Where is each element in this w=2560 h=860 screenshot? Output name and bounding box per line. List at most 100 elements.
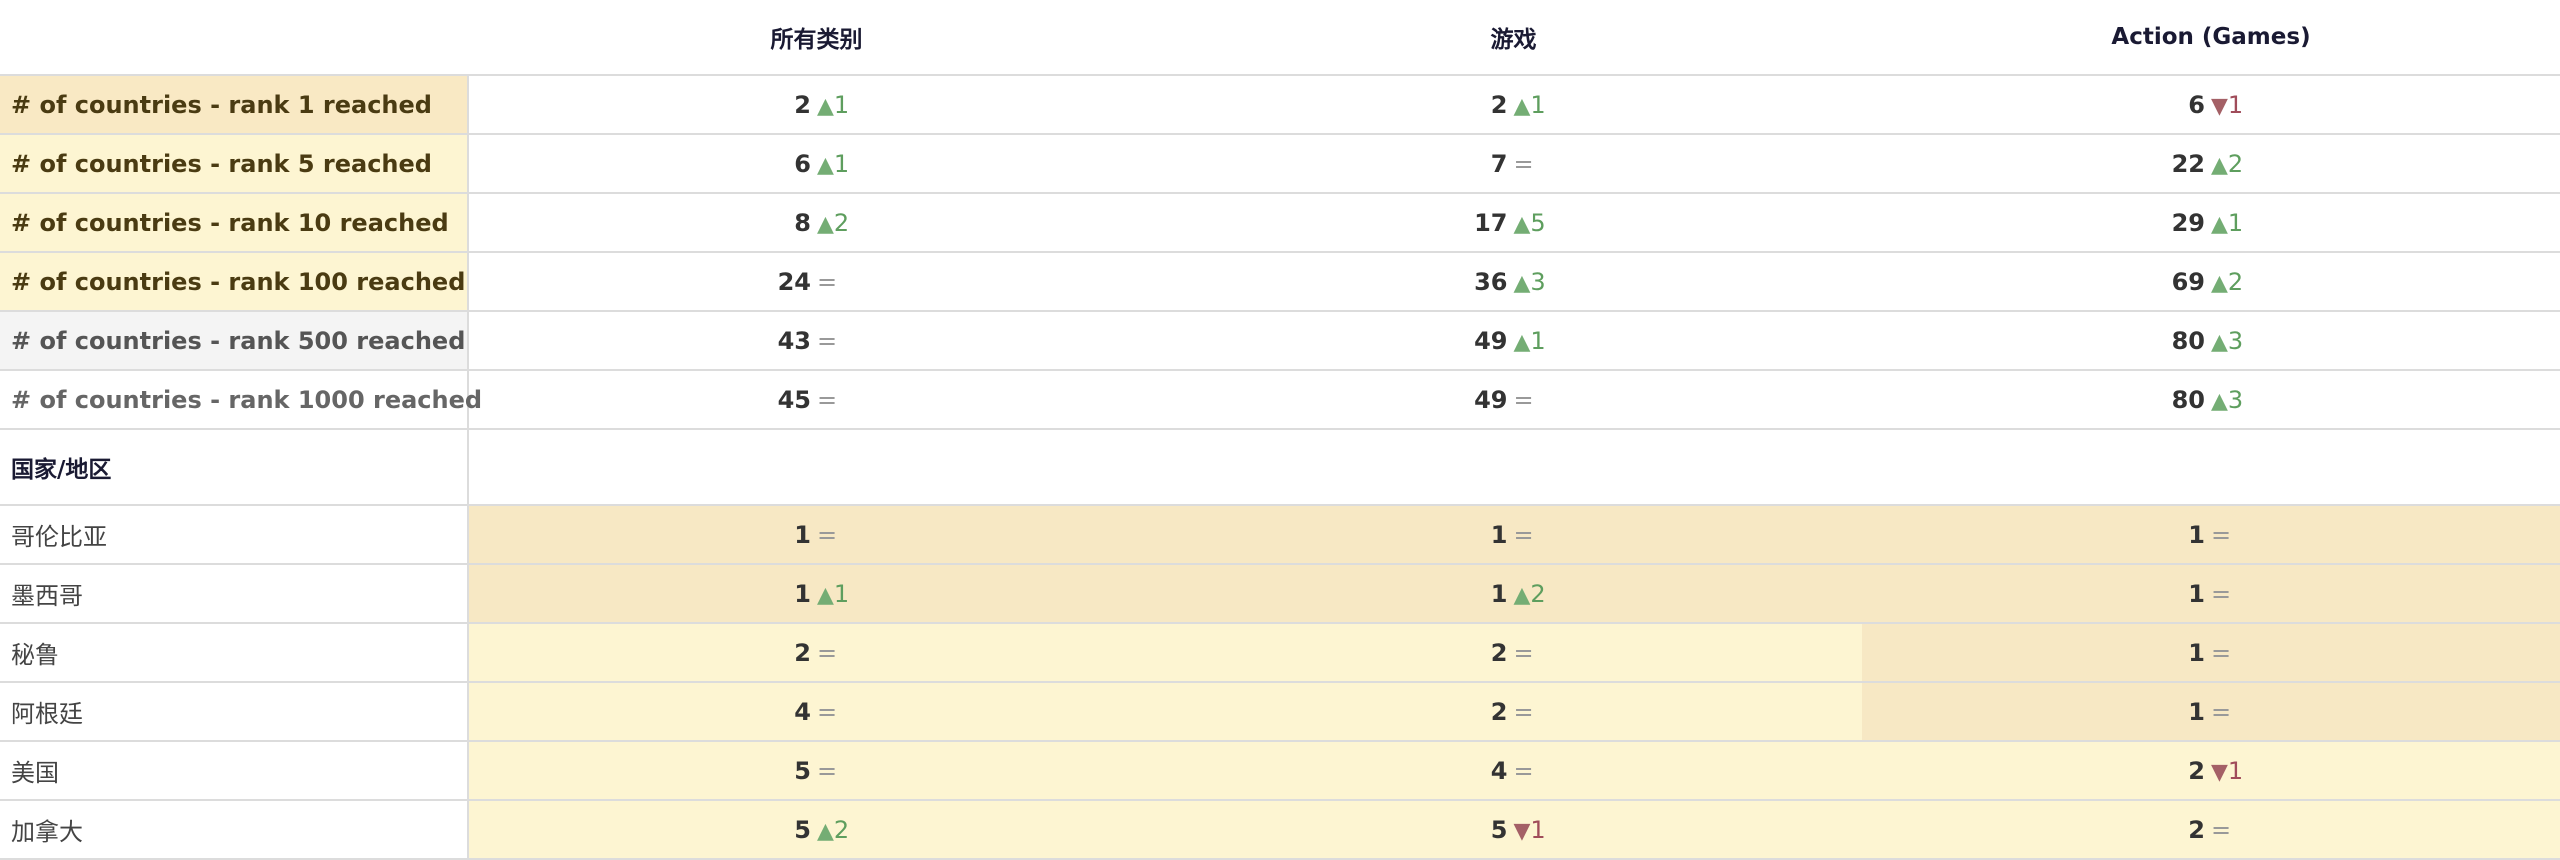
rank-value: 80 [2171,385,2205,414]
rank-cell: 4 = [468,682,1165,742]
rank-value-group: 80 ▲3 [2165,327,2257,355]
countries-header-row: 国家/地区 [0,429,2560,506]
metric-label[interactable]: # of countries - rank 1 reached [0,75,469,135]
rank-cell: 1 = [1862,505,2560,565]
rank-value: 2 [1490,638,1508,667]
rank-change: = [817,521,863,549]
country-label[interactable]: 秘鲁 [0,623,469,683]
rank-value-group: 2 = [1468,639,1560,667]
rank-change-value: = [817,756,838,785]
triangle-up-icon: ▲ [1513,270,1531,296]
rank-value-group: 1 ▲1 [771,580,863,608]
country-row: 加拿大 5 ▲2 5 ▼1 2 = [0,800,2560,860]
country-label[interactable]: 阿根廷 [0,682,469,742]
rank-value: 17 [1474,208,1508,237]
rank-cell: 5 ▲2 [468,800,1165,860]
rank-change: ▲2 [817,209,863,237]
rank-change: ▲2 [2211,150,2257,178]
rank-change-value: = [2211,815,2232,844]
rank-cell: 1 = [1862,623,2560,683]
country-label[interactable]: 美国 [0,741,469,801]
rank-cell: 6 ▲1 [468,134,1165,194]
rank-cell: 1 = [1165,505,1862,565]
metric-label[interactable]: # of countries - rank 5 reached [0,134,469,194]
rank-change: ▲1 [2211,209,2257,237]
rank-change-value: = [1513,520,1534,549]
rank-cell: 29 ▲1 [1862,193,2560,253]
header-row: 所有类别 游戏 Action (Games) [0,0,2560,76]
rank-change-value: 1 [833,90,850,119]
column-header-action-games[interactable]: Action (Games) [1862,0,2560,76]
rank-value-group: 1 = [2165,698,2257,726]
rank-value: 8 [794,208,811,237]
rank-change-value: = [817,267,838,296]
country-row: 阿根廷 4 = 2 = 1 = [0,682,2560,742]
header-corner [0,0,468,76]
rank-value-group: 1 = [2165,580,2257,608]
rank-value-group: 4 = [771,698,863,726]
rank-value-group: 5 = [771,757,863,785]
metric-label[interactable]: # of countries - rank 100 reached [0,252,469,312]
rank-change: ▼1 [2211,757,2257,785]
rank-change-value: = [817,385,838,414]
rank-cell: 1 ▲2 [1165,564,1862,624]
rank-value-group: 2 = [1468,698,1560,726]
country-row: 秘鲁 2 = 2 = 1 = [0,623,2560,683]
metric-label[interactable]: # of countries - rank 500 reached [0,311,469,371]
rank-change-value: 3 [2227,326,2244,355]
metric-row: # of countries - rank 1 reached 2 ▲1 2 ▲1 6 ▼1 [0,75,2560,135]
rank-cell: 17 ▲5 [1165,193,1862,253]
rank-value: 45 [777,385,811,414]
country-label[interactable]: 哥伦比亚 [0,505,469,565]
triangle-up-icon: ▲ [2211,270,2228,296]
rank-cell: 1 = [468,505,1165,565]
rank-value-group: 2 = [2165,816,2257,844]
rank-cell: 45 = [468,370,1165,430]
rank-change-value: = [817,697,838,726]
rank-value: 6 [2188,90,2205,119]
rank-cell: 7 = [1165,134,1862,194]
rank-change: = [2211,580,2257,608]
rank-cell: 2 = [468,623,1165,683]
column-header-all-categories[interactable]: 所有类别 [468,0,1165,76]
metric-label[interactable]: # of countries - rank 10 reached [0,193,469,253]
rank-cell: 24 = [468,252,1165,312]
rank-change-value: = [817,326,838,355]
rank-change-value: 1 [2227,208,2244,237]
country-label[interactable]: 墨西哥 [0,564,469,624]
rank-change: = [1514,639,1560,667]
rank-value: 7 [1490,149,1508,178]
column-header-games[interactable]: 游戏 [1165,0,1862,76]
rank-change-value: = [817,638,838,667]
rank-cell: 5 = [468,741,1165,801]
rank-value: 2 [2188,756,2205,785]
rank-value-group: 6 ▲1 [771,150,863,178]
triangle-up-icon: ▲ [817,93,834,119]
metric-row: # of countries - rank 10 reached 8 ▲2 17 ▲5 2… [0,193,2560,253]
rank-value: 2 [1490,90,1508,119]
rank-cell: 49 = [1165,370,1862,430]
rank-value-group: 43 = [771,327,863,355]
country-label[interactable]: 加拿大 [0,800,469,860]
rank-cell: 5 ▼1 [1165,800,1862,860]
rank-cell: 1 = [1862,564,2560,624]
rank-value: 5 [794,756,811,785]
rank-change: ▲2 [1514,580,1560,608]
rank-cell: 8 ▲2 [468,193,1165,253]
rank-value: 22 [2171,149,2205,178]
rank-change: ▼1 [2211,91,2257,119]
countries-header[interactable]: 国家/地区 [0,429,469,506]
rank-cell: 1 = [1862,682,2560,742]
rank-value: 1 [2188,520,2205,549]
rank-change: = [817,639,863,667]
metric-label[interactable]: # of countries - rank 1000 reached [0,370,482,430]
rank-change-value: 3 [1530,267,1546,296]
country-row: 哥伦比亚 1 = 1 = 1 = [0,505,2560,565]
triangle-up-icon: ▲ [1513,211,1531,237]
rank-change: = [1514,521,1560,549]
rank-change: = [2211,698,2257,726]
rank-value: 49 [1474,326,1508,355]
rank-change-value: = [2211,697,2232,726]
rank-change: ▲1 [817,91,863,119]
triangle-up-icon: ▲ [2211,329,2228,355]
